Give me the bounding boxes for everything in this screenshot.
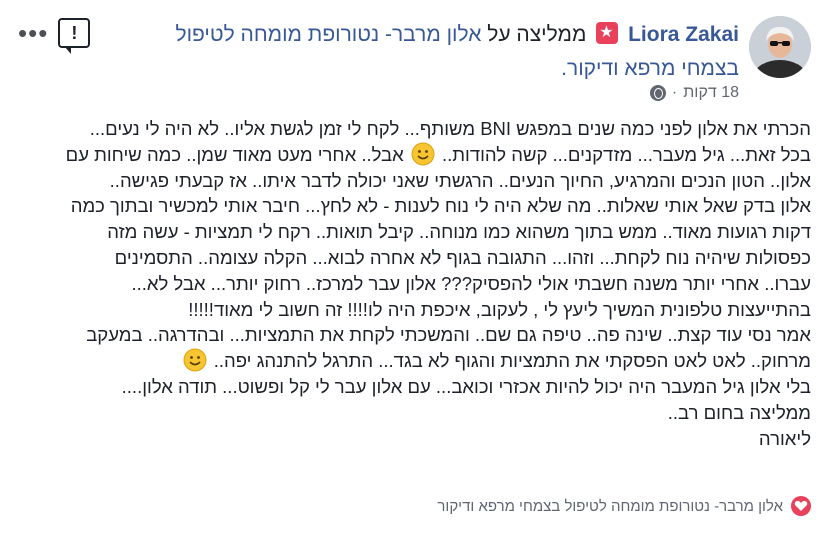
body-line: אלון.. הטון הנכים והמרגיע, החיוך הנעים..… <box>109 169 811 191</box>
body-line: כפסולות שיהיה נוח לקחת... וזהו... התגובה… <box>114 246 811 268</box>
body-line: דקות רגועות מאוד.. ממש בתוך משהוא כמו מנ… <box>107 221 811 243</box>
body-line: ממליצה בחום רב.. <box>667 401 811 423</box>
recommends-text: ממליצה על <box>487 23 587 46</box>
post-meta: 18 דקות · <box>649 84 739 102</box>
body-line-text: מרחוק.. לאט לאט הפסקתי את התמציות והגוף … <box>213 350 811 372</box>
footer-page-name[interactable]: אלון מרבר- נטורופת מומחה לטיפול בצמחי מר… <box>437 498 783 515</box>
avatar[interactable] <box>749 16 811 78</box>
post-header: Liora Zakai ★ ממליצה על אלון מרבר- נטורו… <box>119 18 739 86</box>
more-dots-icon[interactable]: ••• <box>18 20 48 46</box>
smiley-emoji-icon <box>411 142 435 166</box>
body-line-10: מרחוק.. לאט לאט הפסקתי את התמציות והגוף … <box>19 348 811 374</box>
body-line: אלון בדק שאל אותי שאלות.. מה שלא היה לי … <box>70 195 811 217</box>
post-body: הכרתי את אלון לפני כמה שנים במפגש BNI מש… <box>19 116 811 451</box>
body-line-text: בכל זאת... גיל מעבר... מזדקנים... קשה לה… <box>442 143 811 165</box>
body-line: בהתייעצות טלפונית המשיך ליעץ לי , לעקוב,… <box>188 298 811 320</box>
timestamp[interactable]: 18 דקות <box>683 84 739 102</box>
smiley-emoji-icon <box>183 348 207 372</box>
body-line: עברו.. אחרי יותר משנה חשבתי אולי להפסיק?… <box>131 272 811 294</box>
post-actions: ••• ! <box>18 18 91 54</box>
body-line: בלי אלון גיל המעבר היה יכול להיות אכזרי … <box>121 375 811 397</box>
body-line: ליאורה <box>758 427 811 449</box>
body-line-text-tail: אבל.. אחרי מעט מאוד שמן.. כמה שיחות עם <box>65 143 404 165</box>
body-line-2: בכל זאת... גיל מעבר... מזדקנים... קשה לה… <box>19 142 811 168</box>
author-name[interactable]: Liora Zakai <box>628 23 739 46</box>
report-icon[interactable]: ! <box>58 18 91 54</box>
recommendation-star-icon: ★ <box>596 22 619 44</box>
post-footer[interactable]: אלון מרבר- נטורופת מומחה לטיפול בצמחי מר… <box>437 496 811 516</box>
public-globe-icon <box>649 85 666 101</box>
heart-icon <box>791 496 811 516</box>
body-line: אמר נסי עוד קצת.. שינה פה.. טיפה גם שם..… <box>86 324 811 346</box>
body-line: הכרתי את אלון לפני כמה שנים במפגש BNI מש… <box>89 118 811 139</box>
recommendation-post: Liora Zakai ★ ממליצה על אלון מרבר- נטורו… <box>0 0 835 544</box>
